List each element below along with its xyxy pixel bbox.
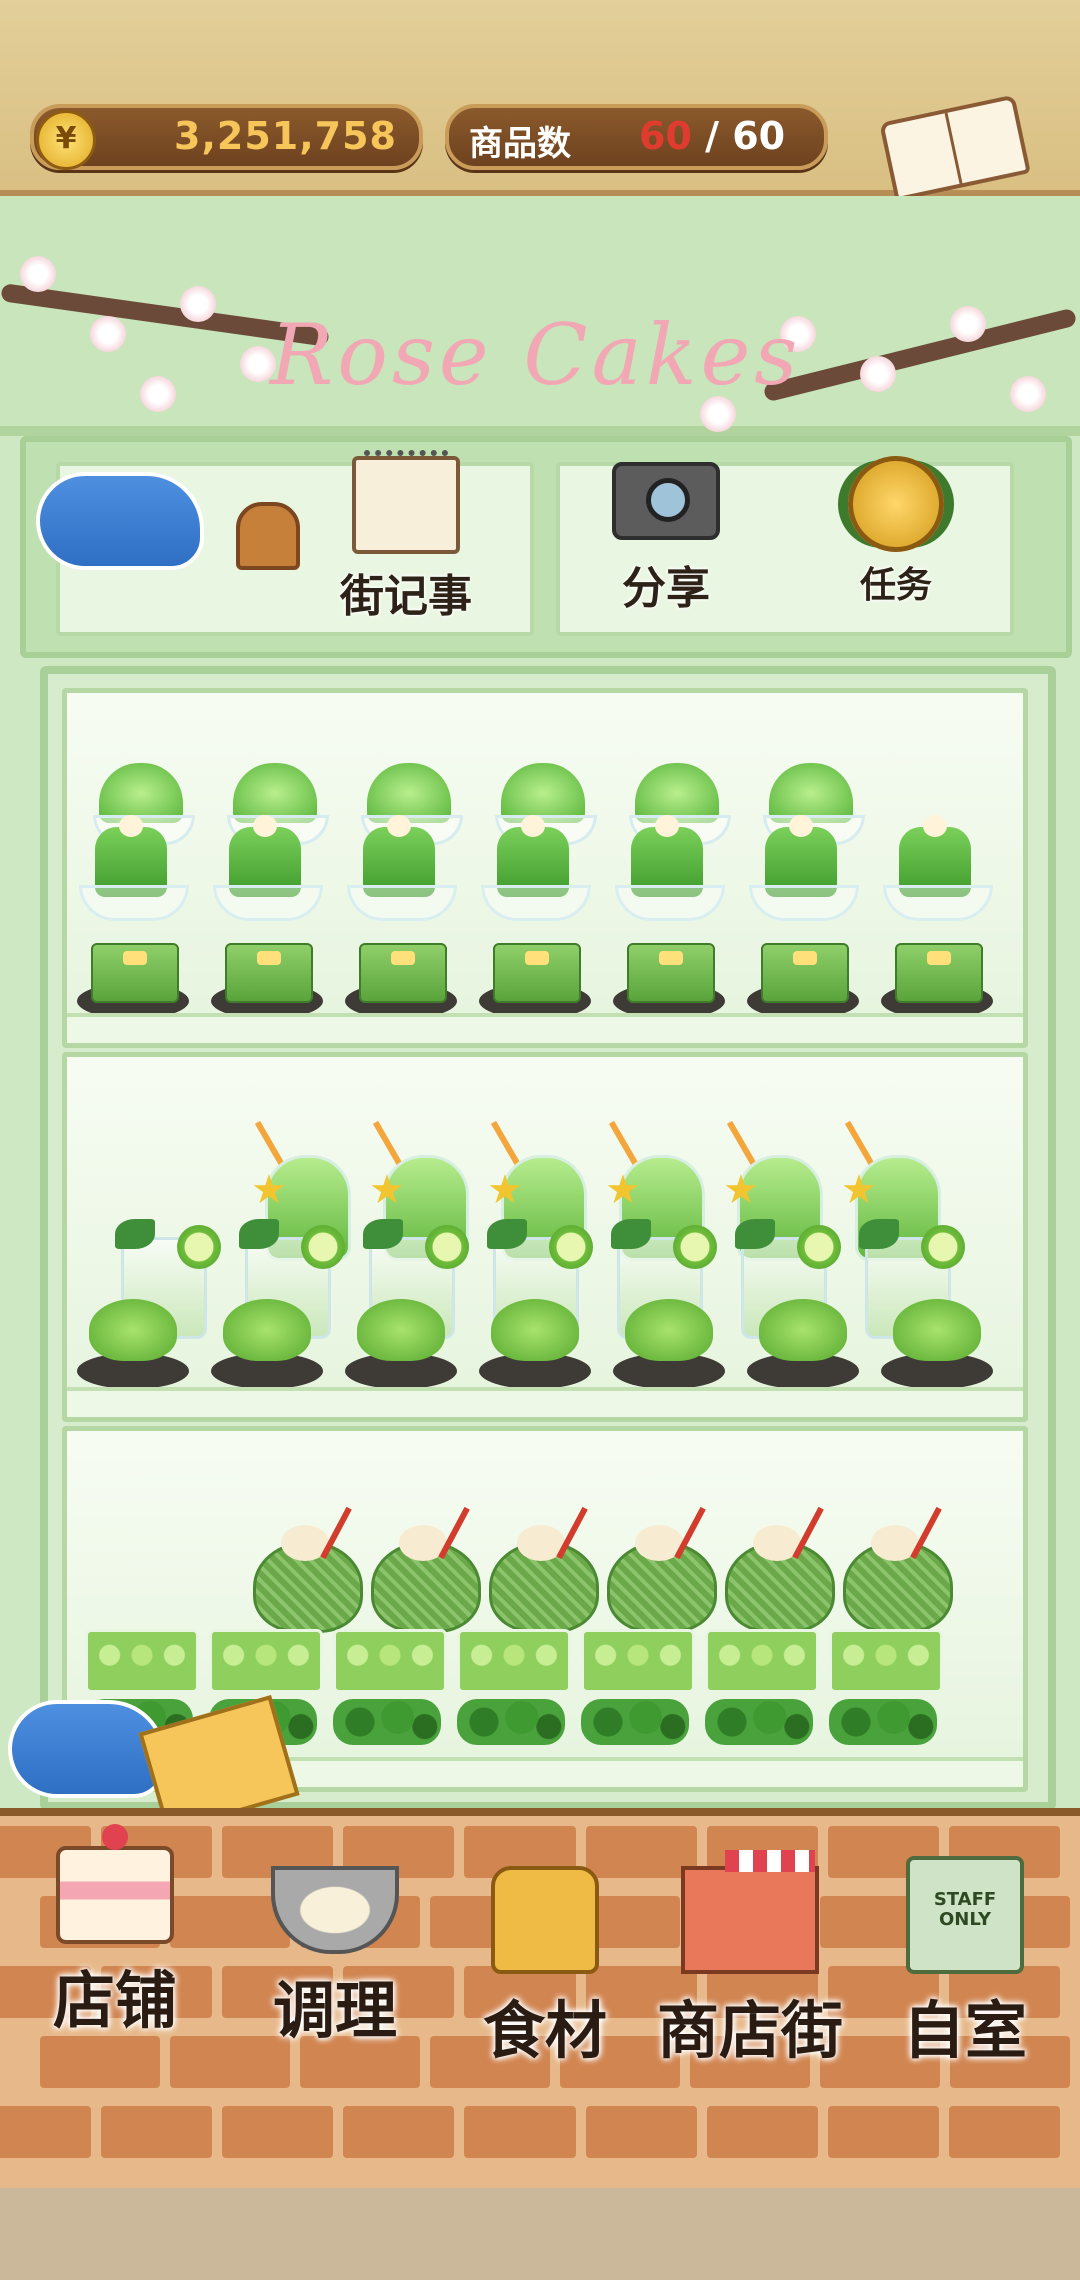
blossom (950, 306, 986, 342)
green-mound-item[interactable] (479, 1299, 591, 1389)
leafy-greens-item[interactable] (579, 1693, 691, 1749)
row-green-mound (77, 1299, 993, 1389)
nav-ingredients-label: 食材 (482, 1994, 607, 2067)
item-count-current: 60 (639, 114, 692, 158)
grape-box-item[interactable] (455, 1621, 571, 1693)
money-display: ¥ 3,251,758 (30, 104, 423, 170)
item-count-label: 商品数 (469, 124, 571, 164)
grape-box-item[interactable] (827, 1621, 943, 1693)
nav-store[interactable]: 店铺 (20, 1824, 210, 2040)
staff-door-icon: STAFF ONLY (906, 1856, 1024, 1974)
item-count-max: 60 (732, 114, 786, 158)
nav-home[interactable]: STAFF ONLY 自室 (870, 1856, 1060, 2070)
nav-store-label: 店铺 (52, 1964, 177, 2037)
news-label: 街记事 (340, 571, 472, 622)
blossom (860, 356, 896, 392)
row-grape-box (83, 1621, 943, 1693)
row-green-jelly (75, 813, 993, 923)
nav-cook-label: 调理 (272, 1974, 397, 2047)
melon-drink-item[interactable] (365, 1506, 481, 1633)
shop-sign-text: Rose Cakes (270, 306, 802, 404)
melon-drink-item[interactable] (483, 1506, 599, 1633)
nav-street[interactable]: 商店街 (630, 1850, 870, 2070)
grape-box-item[interactable] (83, 1621, 199, 1693)
cake-icon (56, 1824, 174, 1944)
jelly-pudding-item[interactable] (879, 813, 993, 923)
flour-bag-icon (491, 1866, 599, 1974)
blossom (180, 286, 216, 322)
shelf-1[interactable] (62, 688, 1028, 1048)
leafy-greens-item[interactable] (703, 1693, 815, 1749)
bluebird-icon[interactable] (36, 472, 204, 570)
shelf-2[interactable]: ★ ★ ★ ★ ★ ★ (62, 1052, 1028, 1422)
shop-icon (681, 1850, 819, 1974)
nav-cook[interactable]: 调理 (240, 1866, 430, 2050)
camera-icon (612, 462, 720, 540)
share-button[interactable]: 分享 (586, 456, 746, 616)
green-mound-item[interactable] (747, 1299, 859, 1389)
menu-frame: 街记事 分享 任务 (20, 436, 1072, 658)
jelly-pudding-item[interactable] (209, 813, 323, 923)
blossom (140, 376, 176, 412)
green-mound-item[interactable] (77, 1299, 189, 1389)
brick-row (0, 2106, 1060, 2166)
blossom (90, 316, 126, 352)
grape-box-item[interactable] (703, 1621, 819, 1693)
item-count-display: 商品数 60 / 60 (445, 104, 828, 170)
row-melon-drink (247, 1506, 953, 1633)
item-count-value: 60 / 60 (639, 114, 785, 158)
bell-icon[interactable] (236, 502, 300, 570)
grape-box-item[interactable] (331, 1621, 447, 1693)
jelly-pudding-item[interactable] (75, 813, 189, 923)
mixing-bowl-icon (271, 1866, 399, 1954)
nav-ingredients[interactable]: 食材 (450, 1866, 640, 2070)
bottom-nav: 店铺 调理 食材 商店街 STAFF ONLY 自室 (0, 1808, 1080, 2196)
shelf-board (67, 1013, 1023, 1043)
share-label: 分享 (622, 563, 710, 614)
nav-street-label: 商店街 (656, 1994, 843, 2067)
tasks-button[interactable]: 任务 (816, 456, 976, 608)
shelf-board (67, 1387, 1023, 1417)
melon-drink-item[interactable] (837, 1506, 953, 1633)
leafy-greens-item[interactable] (827, 1693, 939, 1749)
staff-only-sign: STAFF ONLY (933, 1889, 997, 1930)
shop-front: Rose Cakes 街记事 分享 任务 ★ ★ ★ ★ ★ ★ (0, 196, 1080, 1810)
green-mound-item[interactable] (211, 1299, 323, 1389)
grape-box-item[interactable] (579, 1621, 695, 1693)
money-value: 3,251,758 (174, 114, 397, 158)
shop-sign: Rose Cakes (0, 196, 1080, 436)
item-count-separator: / (691, 114, 733, 158)
notebook-icon (352, 450, 460, 554)
jelly-pudding-item[interactable] (343, 813, 457, 923)
display-case: ★ ★ ★ ★ ★ ★ (40, 666, 1056, 1810)
sidewalk (0, 2188, 1080, 2280)
melon-drink-item[interactable] (719, 1506, 835, 1633)
blossom (20, 256, 56, 292)
grape-box-item[interactable] (207, 1621, 323, 1693)
coin-icon: ¥ (36, 110, 96, 170)
jelly-pudding-item[interactable] (611, 813, 725, 923)
green-mound-item[interactable] (345, 1299, 457, 1389)
leafy-greens-item[interactable] (331, 1693, 443, 1749)
melon-drink-item[interactable] (247, 1506, 363, 1633)
medal-icon (848, 456, 944, 552)
leafy-greens-item[interactable] (455, 1693, 567, 1749)
recipe-book-icon (879, 94, 1031, 202)
green-mound-item[interactable] (881, 1299, 993, 1389)
tasks-label: 任务 (859, 565, 932, 606)
green-mound-item[interactable] (613, 1299, 725, 1389)
jelly-pudding-item[interactable] (745, 813, 859, 923)
melon-drink-item[interactable] (601, 1506, 717, 1633)
jelly-pudding-item[interactable] (477, 813, 591, 923)
nav-home-label: 自室 (902, 1994, 1027, 2067)
news-button[interactable]: 街记事 (326, 450, 486, 624)
blossom (1010, 376, 1046, 412)
